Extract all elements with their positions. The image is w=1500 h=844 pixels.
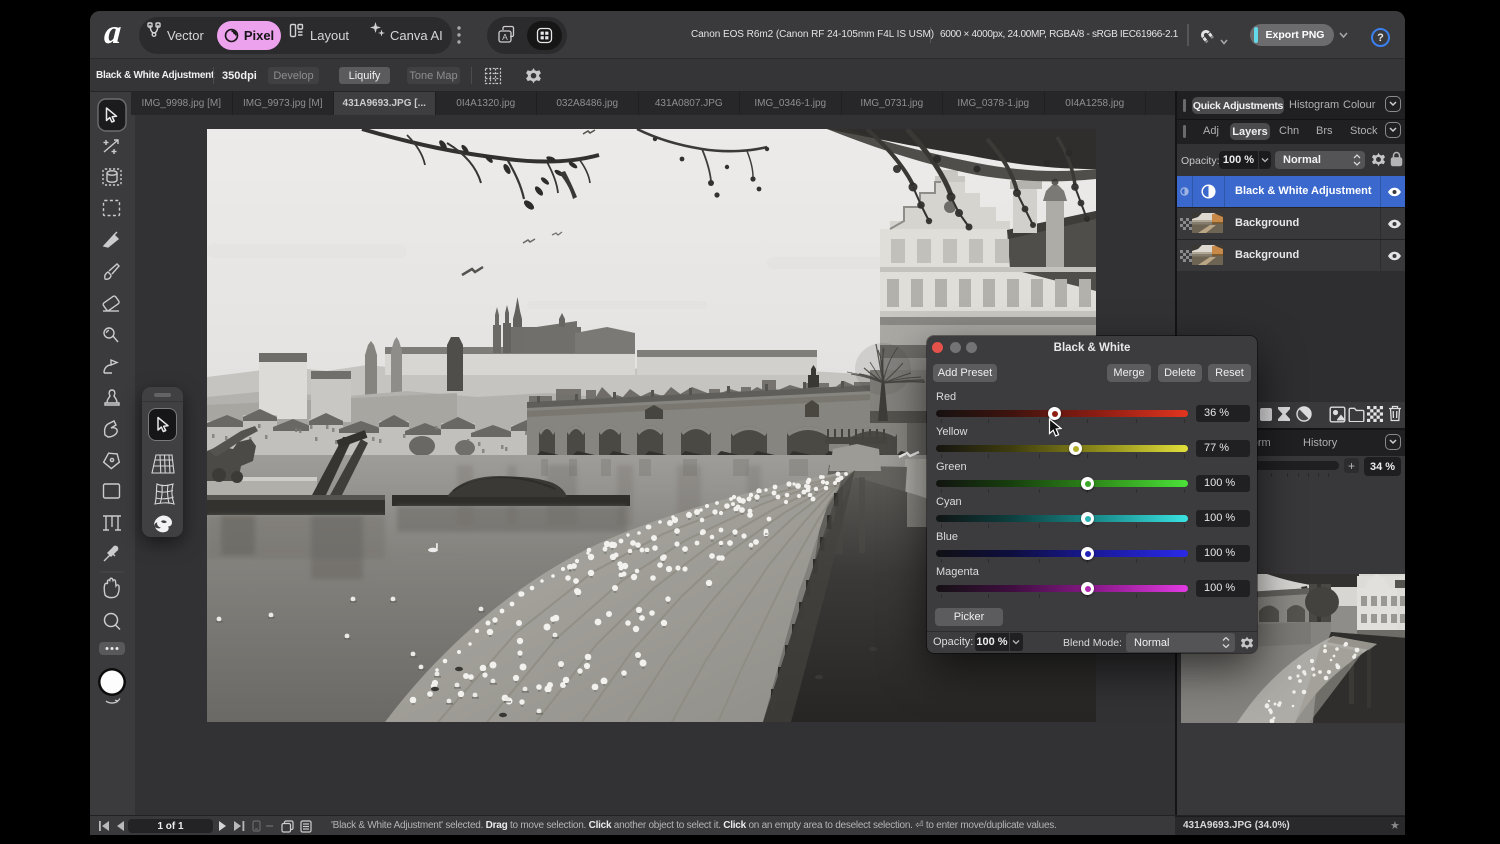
- svg-text:A: A: [502, 32, 508, 42]
